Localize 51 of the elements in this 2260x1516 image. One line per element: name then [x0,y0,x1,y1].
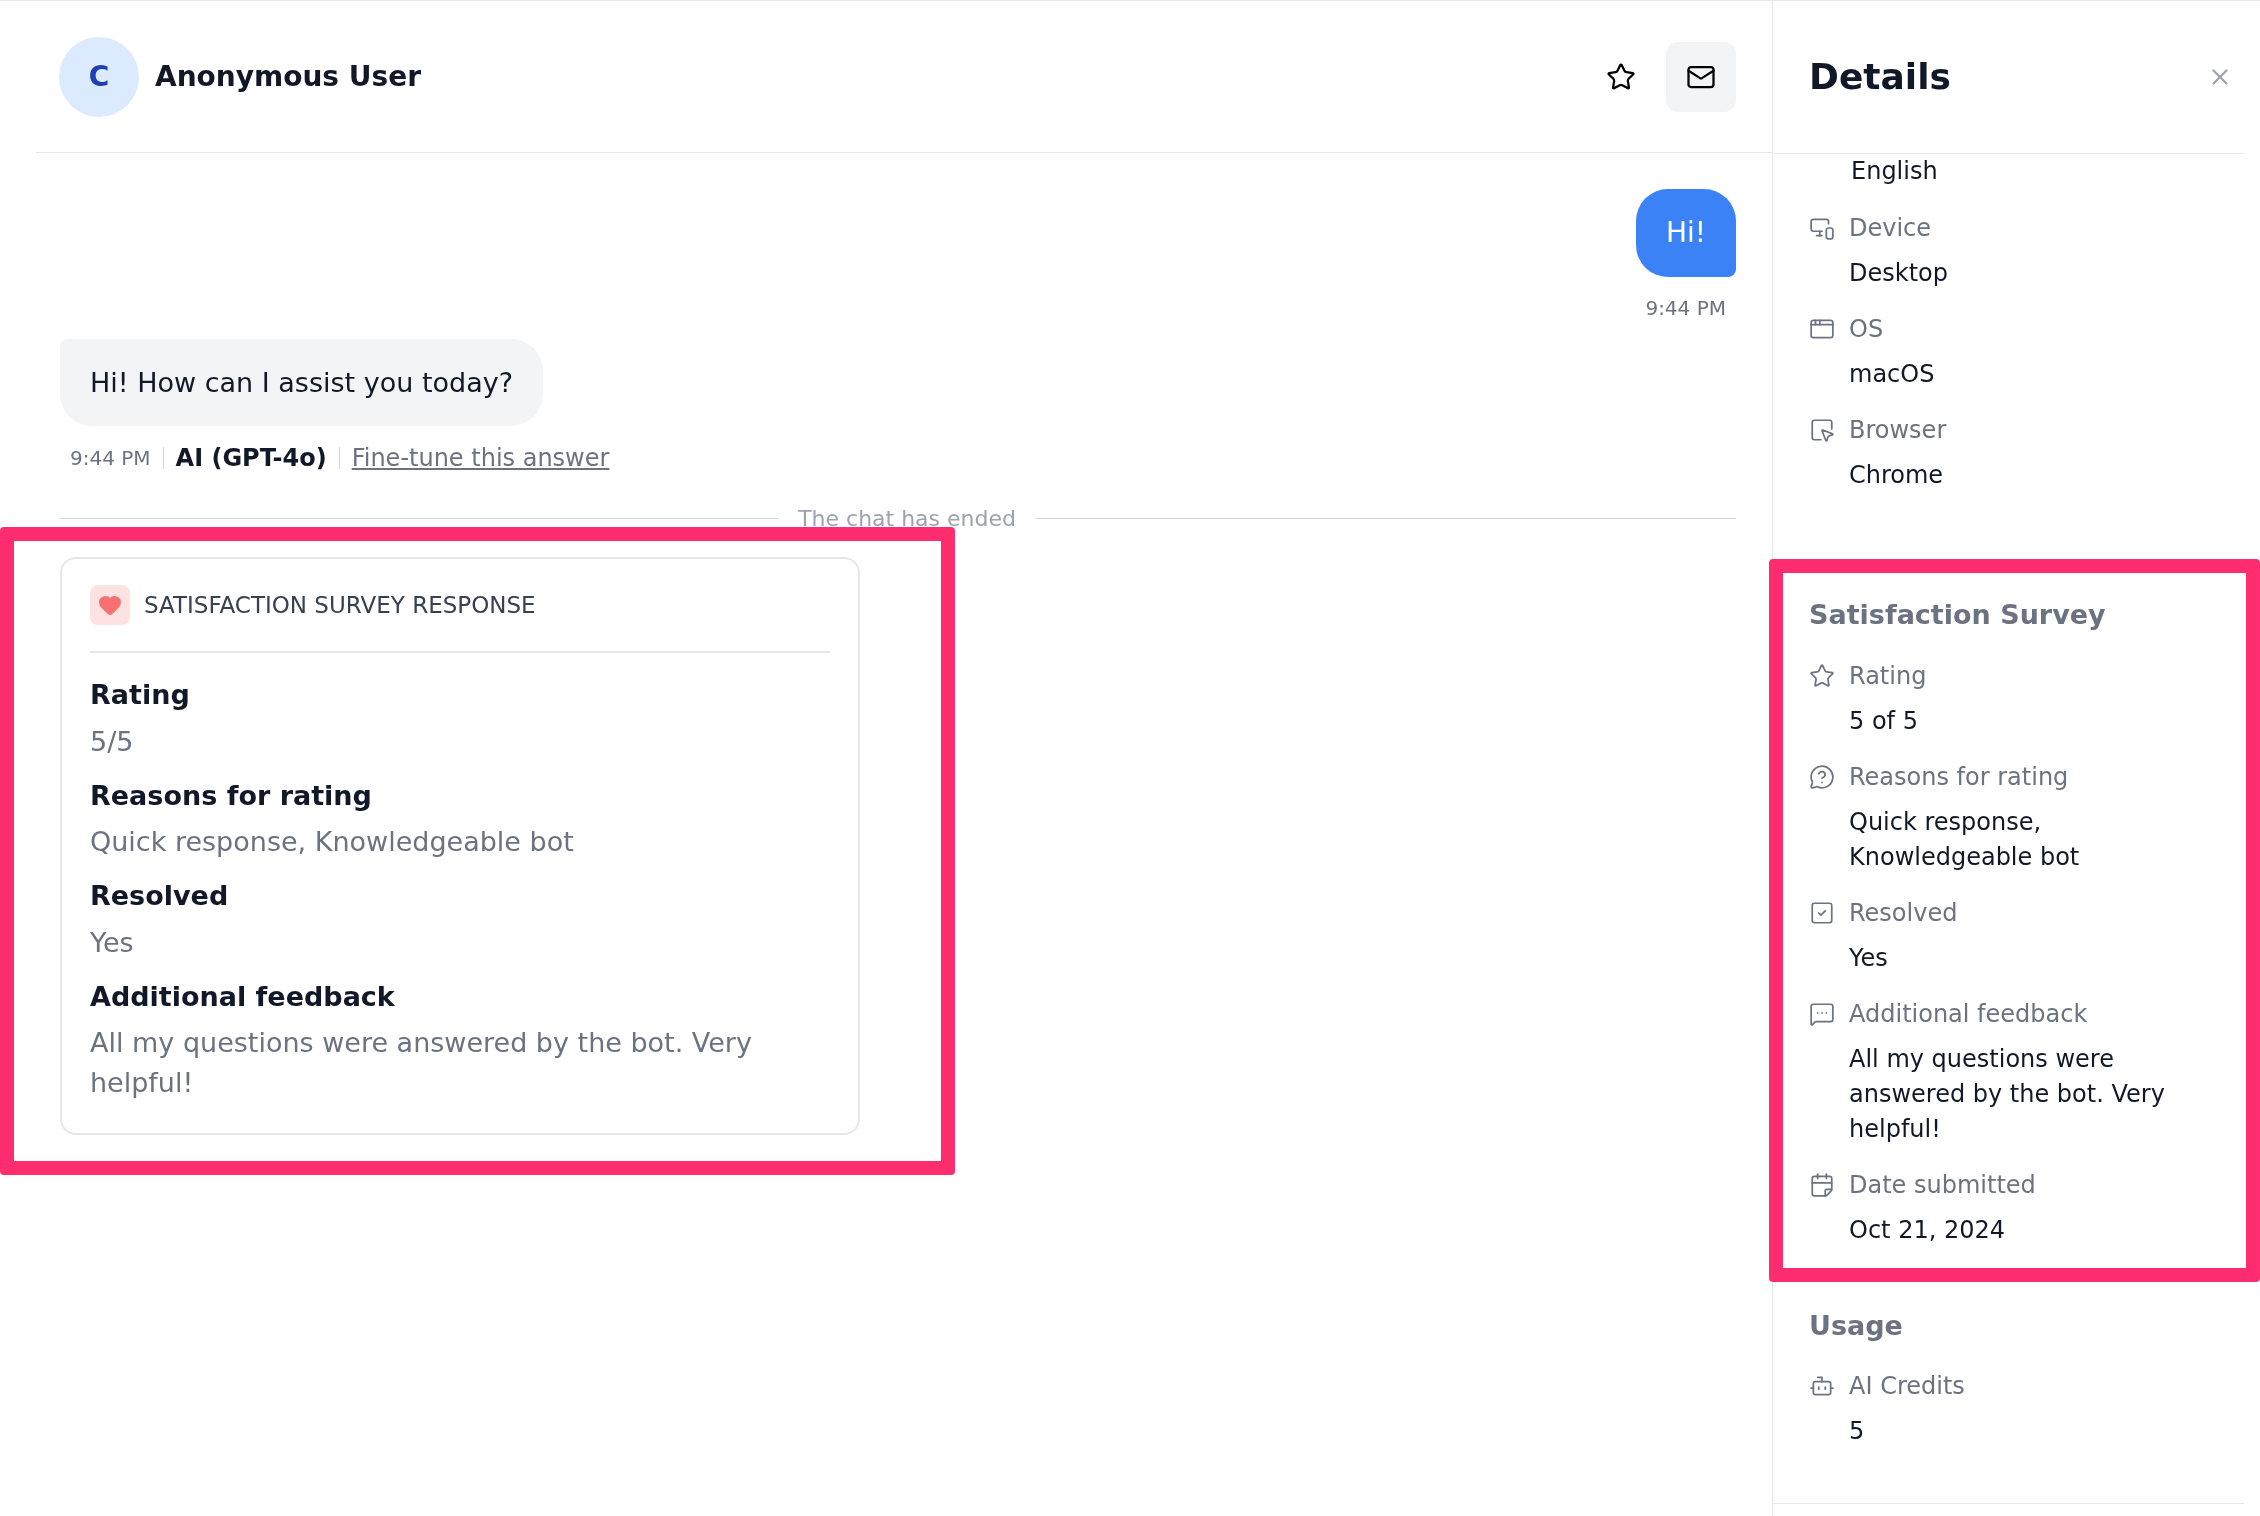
field-label: Rating [90,678,191,712]
window-icon [1809,316,1835,342]
bot-message: Hi! How can I assist you today? [60,339,544,426]
detail-value: 5 of 5 [1848,705,1919,737]
detail-label: Reasons for rating [1849,761,2069,793]
detail-label: Resolved [1849,897,1958,929]
message-time: 9:44 PM [1645,295,1726,322]
pointer-icon [1809,417,1835,443]
detail-label: AI Credits [1849,1371,1965,1402]
detail-label: OS [1849,314,1884,345]
card-title: SATISFACTION SURVEY RESPONSE [144,590,536,620]
detail-value: Quick response, Knowledgeable bot [1848,806,2081,873]
star-icon [1809,662,1835,689]
star-icon [1606,61,1636,92]
detail-value: 5 [1848,1416,1866,1447]
email-button[interactable] [1666,41,1736,112]
fine-tune-link[interactable]: Fine-tune this answer [351,440,610,476]
user-message: Hi! [1635,189,1736,277]
robot-icon [1809,1373,1835,1399]
section-title: Usage [1809,1308,1904,1343]
detail-value: Oct 21, 2024 [1848,1214,2006,1246]
detail-value: English [1851,157,1938,185]
user-avatar: C [59,36,139,117]
field-value: 5/5 [90,724,135,759]
chat-ended-label: The chat has ended [797,505,1017,533]
detail-label: Rating [1849,660,1927,692]
panel-title: Details [1809,55,1951,99]
devices-icon [1809,215,1835,241]
field-label: Resolved [90,879,230,913]
message-author: AI (GPT-4o) [175,443,327,474]
detail-value: Desktop [1848,258,1949,289]
detail-value: All my questions were answered by the bot. Very helpful! [1848,1043,2166,1145]
message-time: 9:44 PM [70,445,151,472]
detail-value: Chrome [1848,460,1945,491]
field-value: Yes [90,925,135,960]
question-bubble-icon [1809,763,1835,790]
chat-bubble-icon [1809,1000,1835,1027]
user-name: Anonymous User [155,58,421,95]
detail-value: Yes [1848,942,1889,974]
check-square-icon [1809,899,1835,926]
section-title: Satisfaction Survey [1809,598,2107,632]
detail-value: macOS [1848,359,1936,390]
detail-label: Device [1849,213,1932,244]
detail-label: Date submitted [1849,1169,2036,1201]
detail-label: Additional feedback [1849,998,2088,1030]
field-value: Quick response, Knowledgeable bot [90,825,575,859]
field-value: All my questions were answered by the bot. Very helpful! [90,1026,753,1100]
field-label: Additional feedback [90,979,396,1014]
detail-label: Browser [1849,415,1947,446]
field-label: Reasons for rating [90,778,373,813]
calendar-icon [1809,1171,1835,1198]
